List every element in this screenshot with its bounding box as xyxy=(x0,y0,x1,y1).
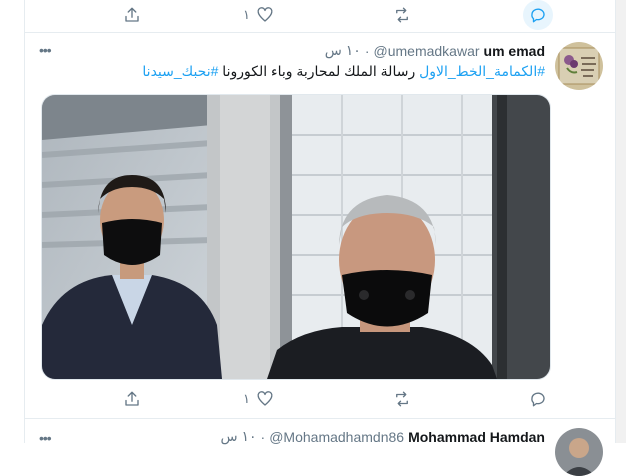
tweet-text: #الكمامة_الخط_الاول رسالة الملك لمحاربة … xyxy=(65,62,545,80)
share-icon xyxy=(125,7,139,22)
hashtag-link[interactable]: #نحبك_سيدنا xyxy=(142,63,218,79)
more-options-icon[interactable]: ••• xyxy=(39,42,52,58)
more-options-icon[interactable]: ••• xyxy=(39,430,52,446)
tweet-actions: ١ xyxy=(25,384,615,414)
left-margin xyxy=(0,0,24,443)
tweet-time[interactable]: ١٠ س xyxy=(325,42,361,59)
retweet-icon xyxy=(396,391,408,407)
share-button[interactable] xyxy=(123,384,141,414)
tweet-author-name[interactable]: um emad xyxy=(484,43,545,59)
share-button[interactable] xyxy=(123,0,141,30)
tweet-body-text: رسالة الملك لمحاربة وباء الكورونا xyxy=(222,63,416,79)
tweet-handle[interactable]: @umemadkawar xyxy=(374,43,480,59)
retweet-icon xyxy=(396,7,408,23)
reply-hover-highlight xyxy=(523,0,553,30)
separator-dot: · xyxy=(364,42,370,59)
previous-tweet-actions: ١ xyxy=(25,0,615,30)
avatar[interactable] xyxy=(555,42,603,90)
tweet-divider xyxy=(25,32,615,33)
like-count: ١ xyxy=(243,391,250,406)
separator-dot: · xyxy=(260,428,266,445)
tweet-divider xyxy=(25,418,615,419)
like-count: ١ xyxy=(243,7,250,22)
tweet-media-photo[interactable] xyxy=(41,94,551,380)
share-icon xyxy=(125,391,139,406)
retweet-button[interactable] xyxy=(393,0,411,30)
avatar[interactable] xyxy=(555,428,603,476)
tweet-header: ١٠ س · @umemadkawar um emad xyxy=(325,42,545,59)
photo-image xyxy=(42,95,550,379)
scrollbar[interactable] xyxy=(616,0,626,443)
reply-icon xyxy=(531,8,545,23)
tweet-time[interactable]: ١٠ س xyxy=(221,428,257,445)
tweet-handle[interactable]: @Mohamadhamdn86 xyxy=(269,429,404,445)
next-tweet-header: ١٠ س · @Mohamadhamdn86 Mohammad Hamdan xyxy=(221,428,545,445)
heart-icon xyxy=(257,7,273,22)
reply-icon xyxy=(531,392,545,407)
hashtag-link[interactable]: #الكمامة_الخط_الاول xyxy=(419,63,545,79)
reply-button[interactable] xyxy=(523,0,553,30)
reply-button[interactable] xyxy=(529,384,547,414)
like-button[interactable]: ١ xyxy=(243,384,274,414)
tweet-author-name[interactable]: Mohammad Hamdan xyxy=(408,429,545,445)
retweet-button[interactable] xyxy=(393,384,411,414)
like-button[interactable]: ١ xyxy=(243,0,274,30)
heart-icon xyxy=(257,391,273,406)
timeline: ١ ••• ١٠ س · @umemadkawar um emad #الكما… xyxy=(24,0,616,476)
